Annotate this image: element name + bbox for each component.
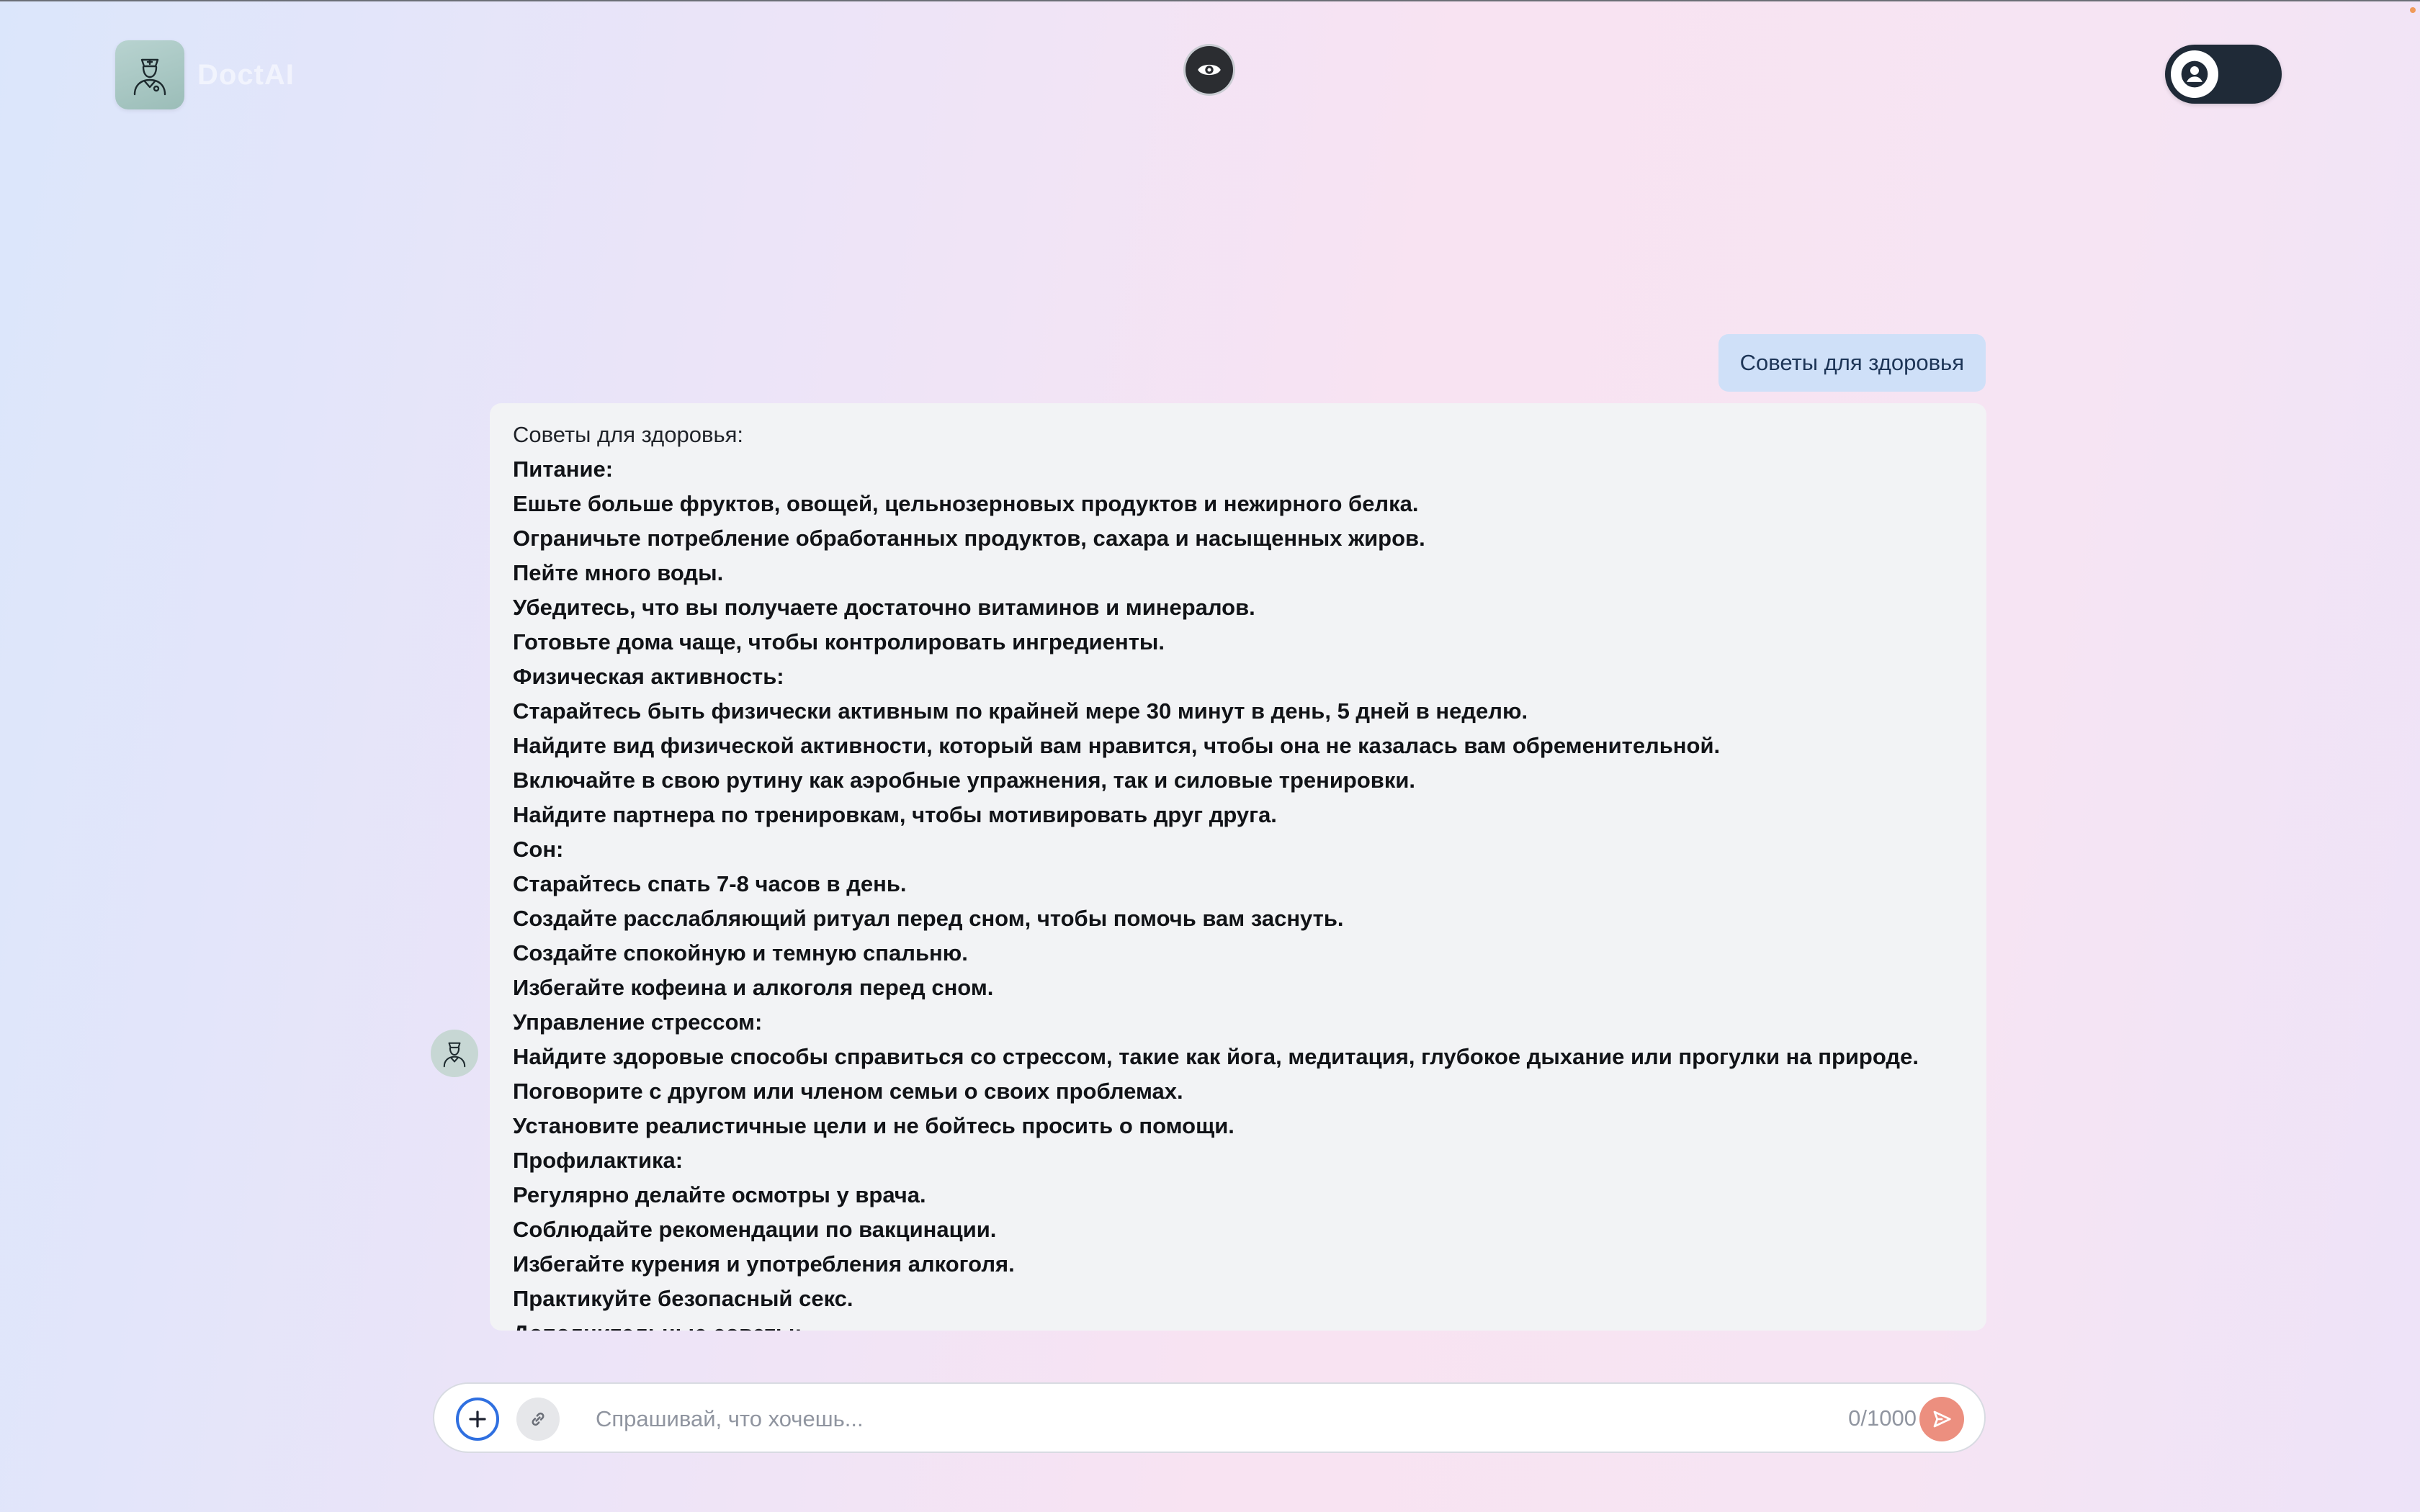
message-intro-line: Советы для здоровья: — [513, 422, 743, 447]
message-line: Соблюдайте рекомендации по вакцинации. — [513, 1217, 997, 1242]
message-line: Избегайте кофеина и алкоголя перед сном. — [513, 975, 994, 1000]
send-icon — [1933, 1410, 1951, 1428]
message-line: Убедитесь, что вы получаете достаточно в… — [513, 595, 1255, 620]
user-icon — [2181, 60, 2208, 88]
bot-avatar — [431, 1030, 478, 1077]
message-line: Пейте много воды. — [513, 560, 724, 585]
message-line: Установите реалистичные цели и не бойтес… — [513, 1113, 1234, 1138]
message-line: Регулярно делайте осмотры у врача. — [513, 1182, 926, 1207]
brand[interactable]: DoctAI — [115, 40, 295, 109]
message-line: Ешьте больше фруктов, овощей, цельнозерн… — [513, 491, 1419, 516]
send-button[interactable] — [1919, 1397, 1964, 1441]
message-line: Найдите партнера по тренировкам, чтобы м… — [513, 802, 1277, 827]
char-counter: 0/1000 — [1848, 1405, 1917, 1431]
chat-input[interactable] — [594, 1398, 1713, 1440]
message-line: Профилактика: — [513, 1148, 684, 1173]
attach-link-button[interactable] — [516, 1398, 560, 1441]
message-line: Питание: — [513, 456, 614, 482]
toggle-knob — [2171, 50, 2218, 98]
message-line: Старайтесь быть физически активным по кр… — [513, 698, 1528, 724]
window-top-border — [0, 0, 2420, 1]
message-line: Найдите вид физической активности, котор… — [513, 733, 1721, 758]
message-line: Сон: — [513, 837, 564, 862]
doctor-icon — [115, 40, 184, 109]
bot-message-content: Советы для здоровья: Питание: Ешьте больше… — [490, 403, 1986, 1331]
plus-icon — [469, 1410, 486, 1428]
bot-message-bubble: Советы для здоровья: Питание: Ешьте больше… — [490, 403, 1986, 1331]
message-line: Создайте спокойную и темную спальню. — [513, 940, 968, 966]
message-line: Избегайте курения и употребления алкогол… — [513, 1251, 1015, 1277]
brand-name: DoctAI — [197, 58, 295, 91]
link-icon — [532, 1412, 544, 1426]
message-line: Поговорите с другом или членом семьи о с… — [513, 1079, 1183, 1104]
message-line: Управление стрессом: — [513, 1009, 763, 1035]
message-line: Дополнительные советы: — [513, 1316, 1963, 1331]
user-message-bubble: Советы для здоровья — [1718, 334, 1986, 392]
message-line: Физическая активность: — [513, 664, 784, 689]
message-line: Старайтесь спать 7-8 часов в день. — [513, 871, 907, 896]
theme-toggle[interactable] — [2165, 45, 2282, 104]
message-line: Создайте расслабляющий ритуал перед сном… — [513, 906, 1344, 931]
message-line: Ограничьте потребление обработанных прод… — [513, 526, 1425, 551]
user-message-text: Советы для здоровья — [1739, 350, 1964, 375]
message-line: Найдите здоровые способы справиться со с… — [513, 1044, 1919, 1069]
message-line: Включайте в свою рутину как аэробные упр… — [513, 768, 1416, 793]
eye-icon — [1198, 64, 1221, 76]
visibility-toggle-button[interactable] — [1186, 46, 1233, 94]
doctor-icon — [443, 1042, 466, 1068]
message-line: Практикуйте безопасный секс. — [513, 1286, 853, 1311]
chat-composer: 0/1000 — [433, 1382, 1986, 1453]
add-button[interactable] — [456, 1398, 499, 1441]
status-dot — [2410, 7, 2416, 13]
message-line: Готовьте дома чаще, чтобы контролировать… — [513, 629, 1165, 654]
